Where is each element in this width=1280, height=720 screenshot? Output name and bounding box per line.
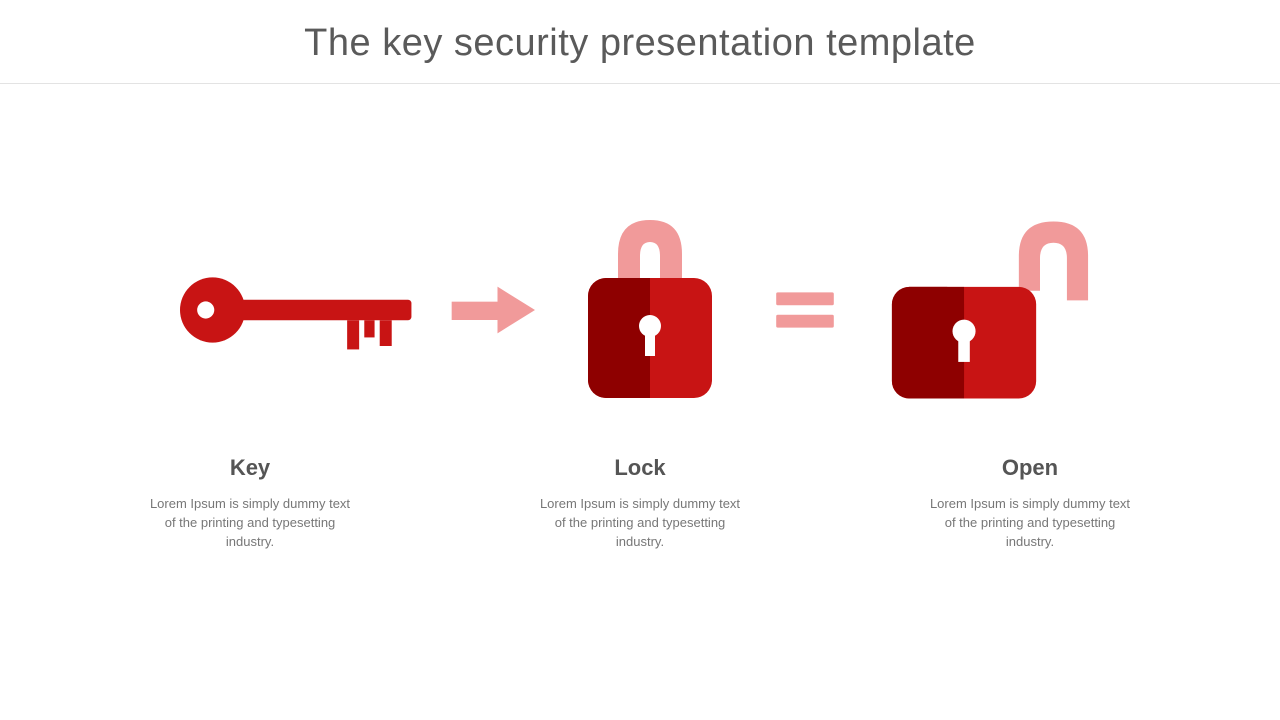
divider xyxy=(0,83,1280,84)
key-icon xyxy=(160,250,440,370)
diagram-row xyxy=(0,180,1280,440)
caption-open: Open Lorem Ipsum is simply dummy text of… xyxy=(910,455,1150,552)
slide-title: The key security presentation template xyxy=(0,0,1280,83)
caption-lock: Lock Lorem Ipsum is simply dummy text of… xyxy=(520,455,760,552)
caption-open-label: Open xyxy=(910,455,1150,481)
caption-key-label: Key xyxy=(130,455,370,481)
open-lock-icon xyxy=(860,200,1120,420)
caption-key: Key Lorem Ipsum is simply dummy text of … xyxy=(130,455,370,552)
caption-key-desc: Lorem Ipsum is simply dummy text of the … xyxy=(130,495,370,552)
caption-lock-label: Lock xyxy=(520,455,760,481)
arrow-icon xyxy=(440,275,550,345)
caption-open-desc: Lorem Ipsum is simply dummy text of the … xyxy=(910,495,1150,552)
lock-icon xyxy=(550,200,750,420)
equals-icon xyxy=(750,278,860,342)
captions-row: Key Lorem Ipsum is simply dummy text of … xyxy=(0,455,1280,552)
slide: The key security presentation template xyxy=(0,0,1280,720)
caption-lock-desc: Lorem Ipsum is simply dummy text of the … xyxy=(520,495,760,552)
